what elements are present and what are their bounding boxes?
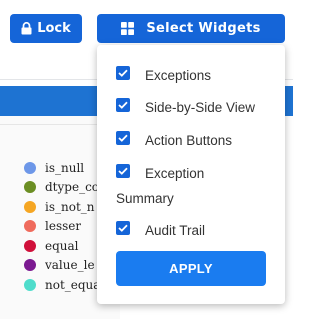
select-widgets-button[interactable]: Select Widgets xyxy=(97,14,285,43)
select-widgets-label: Select Widgets xyxy=(146,21,261,36)
legend-dot xyxy=(24,278,36,291)
side-by-side-view-label[interactable]: Side-by-Side View xyxy=(145,100,255,115)
exception-summary-label-line1[interactable]: Exception xyxy=(145,166,204,181)
legend-item[interactable]: value_le xyxy=(24,256,104,276)
chart-legend: is_null dtype_co is_not_n lesser equal v… xyxy=(24,158,104,295)
lock-icon xyxy=(21,22,32,35)
exception-summary-label-line2[interactable]: Summary xyxy=(116,191,174,206)
legend-label: lesser xyxy=(45,219,82,234)
legend-label: value_le xyxy=(45,258,95,273)
check-icon xyxy=(118,101,128,109)
apply-button[interactable]: APPLY xyxy=(116,251,266,286)
legend-item[interactable]: is_null xyxy=(24,158,104,178)
legend-label: is_null xyxy=(45,160,85,175)
check-icon xyxy=(118,69,128,77)
legend-label: dtype_co xyxy=(45,180,100,195)
legend-item[interactable]: equal xyxy=(24,236,104,256)
select-widgets-dropdown: Exceptions Side-by-Side View Action Butt… xyxy=(97,45,285,304)
legend-dot xyxy=(24,220,36,233)
legend-label: equal xyxy=(45,238,79,253)
legend-label: is_not_n xyxy=(45,199,95,214)
lock-button[interactable]: Lock xyxy=(10,14,82,43)
legend-dot xyxy=(24,239,36,252)
legend-label: not_equal xyxy=(45,277,105,292)
action-buttons-label[interactable]: Action Buttons xyxy=(145,133,232,148)
lock-label: Lock xyxy=(37,21,71,36)
check-icon xyxy=(118,224,128,232)
legend-dot xyxy=(24,200,36,213)
check-icon xyxy=(118,134,128,142)
audit-trail-label[interactable]: Audit Trail xyxy=(145,223,205,238)
grid-icon xyxy=(121,22,135,35)
exception-summary-checkbox[interactable] xyxy=(116,164,130,178)
audit-trail-checkbox[interactable] xyxy=(116,221,130,235)
exceptions-label[interactable]: Exceptions xyxy=(145,68,211,83)
legend-item[interactable]: lesser xyxy=(24,217,104,237)
legend-dot xyxy=(24,259,36,272)
legend-dot xyxy=(24,161,36,174)
action-buttons-checkbox[interactable] xyxy=(116,131,130,145)
panel-divider xyxy=(0,124,110,125)
legend-item[interactable]: dtype_co xyxy=(24,178,104,198)
legend-item[interactable]: not_equal xyxy=(24,275,104,295)
legend-dot xyxy=(24,181,36,194)
check-icon xyxy=(118,167,128,175)
side-by-side-view-checkbox[interactable] xyxy=(116,98,130,112)
legend-item[interactable]: is_not_n xyxy=(24,197,104,217)
apply-label: APPLY xyxy=(169,261,213,276)
exceptions-checkbox[interactable] xyxy=(116,66,130,80)
